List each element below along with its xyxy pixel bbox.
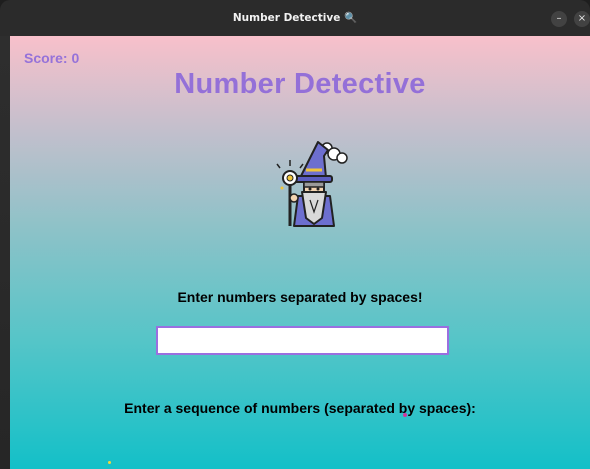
game-title: Number Detective — [174, 68, 426, 100]
title-bar[interactable]: Number Detective 🔍 – × — [0, 0, 590, 36]
close-button[interactable]: × — [574, 11, 590, 27]
window-edge — [0, 36, 10, 469]
confetti-dot — [108, 461, 111, 464]
app-window: Number Detective 🔍 – × Score: 0 Number D… — [0, 0, 590, 469]
minimize-button[interactable]: – — [551, 11, 567, 27]
score-label: Score: 0 — [24, 50, 80, 66]
wizard-icon — [276, 141, 348, 227]
confetti-dot — [403, 413, 407, 417]
instruction-text: Enter numbers separated by spaces! — [177, 289, 423, 305]
game-canvas: Score: 0 Number Detective Enter numbers … — [10, 36, 590, 469]
sequence-prompt: Enter a sequence of numbers (separated b… — [124, 400, 476, 416]
number-input[interactable] — [156, 326, 449, 355]
window-title: Number Detective 🔍 — [232, 12, 358, 24]
